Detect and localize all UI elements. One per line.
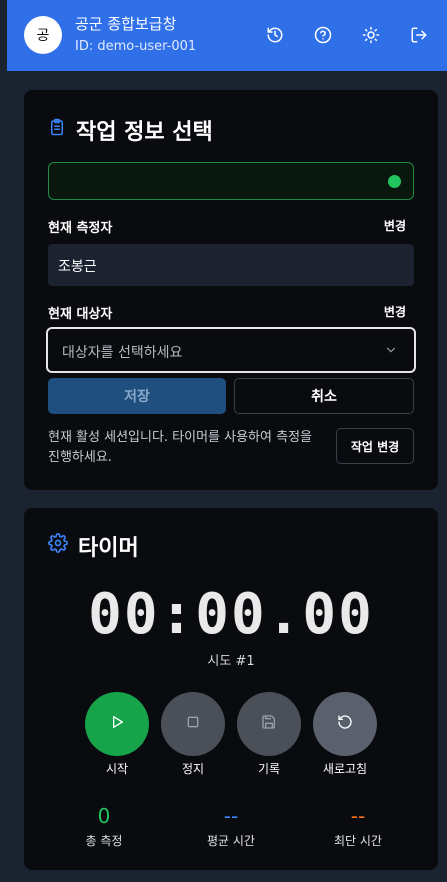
min-time-label: 최단 시간 xyxy=(334,834,382,848)
refresh-button[interactable] xyxy=(313,692,377,756)
timer-card-title-text: 타이머 xyxy=(78,536,139,561)
logout-icon[interactable] xyxy=(409,25,429,45)
save-button[interactable]: 저장 xyxy=(48,378,226,414)
avg-time-value: -- xyxy=(223,804,239,828)
target-select-placeholder: 대상자를 선택하세요 xyxy=(62,345,183,361)
cancel-button[interactable]: 취소 xyxy=(234,378,414,414)
refresh-label: 새로고침 xyxy=(322,762,368,776)
target-change-link[interactable]: 변경 xyxy=(384,303,406,320)
timer-card: 타이머 00:00.00 시도 #1 시작 정지 기록 새로고침 0 총 측정 … xyxy=(24,508,438,870)
avatar[interactable]: 공 xyxy=(24,16,62,54)
record-label: 기록 xyxy=(257,762,281,776)
refresh-icon xyxy=(337,714,353,734)
timer-card-title: 타이머 xyxy=(48,530,139,562)
org-title: 공군 종합보급창 xyxy=(75,15,177,33)
start-button[interactable] xyxy=(85,692,149,756)
help-icon[interactable] xyxy=(313,25,333,45)
user-id: ID: demo-user-001 xyxy=(75,39,197,54)
measurer-value: 조봉근 xyxy=(48,244,414,286)
stop-button[interactable] xyxy=(161,692,225,756)
timer-display: 00:00.00 xyxy=(88,582,374,647)
header-text: 공군 종합보급창 ID: demo-user-001 xyxy=(75,13,196,54)
stop-icon xyxy=(185,714,201,734)
history-icon[interactable] xyxy=(265,25,285,45)
save-icon xyxy=(261,714,277,734)
measurer-change-link[interactable]: 변경 xyxy=(384,217,406,234)
stop-label: 정지 xyxy=(181,762,205,776)
min-time-value: -- xyxy=(350,804,366,828)
chevron-down-icon xyxy=(384,343,398,361)
total-count-label: 총 측정 xyxy=(85,834,123,848)
total-count-value: 0 xyxy=(97,804,111,828)
avg-time-label: 평균 시간 xyxy=(207,834,255,848)
task-info-card: 작업 정보 선택 현재 측정자 변경 조봉근 현재 대상자 변경 대상자를 선택… xyxy=(24,90,438,490)
record-button[interactable] xyxy=(237,692,301,756)
attempt-counter: 시도 #1 xyxy=(207,654,255,669)
target-select[interactable]: 대상자를 선택하세요 xyxy=(46,327,416,373)
gear-icon xyxy=(48,533,68,559)
session-message: 현재 활성 세션입니다. 타이머를 사용하여 측정을 진행하세요. xyxy=(48,430,312,465)
target-label: 현재 대상자 xyxy=(48,307,113,322)
status-dot xyxy=(388,175,401,188)
task-card-title-text: 작업 정보 선택 xyxy=(76,120,213,145)
theme-toggle-icon[interactable] xyxy=(361,25,381,45)
clipboard-icon xyxy=(48,116,66,144)
app-header: 공 공군 종합보급창 ID: demo-user-001 xyxy=(7,0,447,71)
task-card-title: 작업 정보 선택 xyxy=(48,114,213,146)
measurer-label: 현재 측정자 xyxy=(48,221,113,236)
session-status-box xyxy=(48,162,414,200)
play-icon xyxy=(109,714,125,734)
change-task-button[interactable]: 작업 변경 xyxy=(336,428,414,464)
start-label: 시작 xyxy=(105,762,129,776)
left-strip xyxy=(0,0,7,882)
